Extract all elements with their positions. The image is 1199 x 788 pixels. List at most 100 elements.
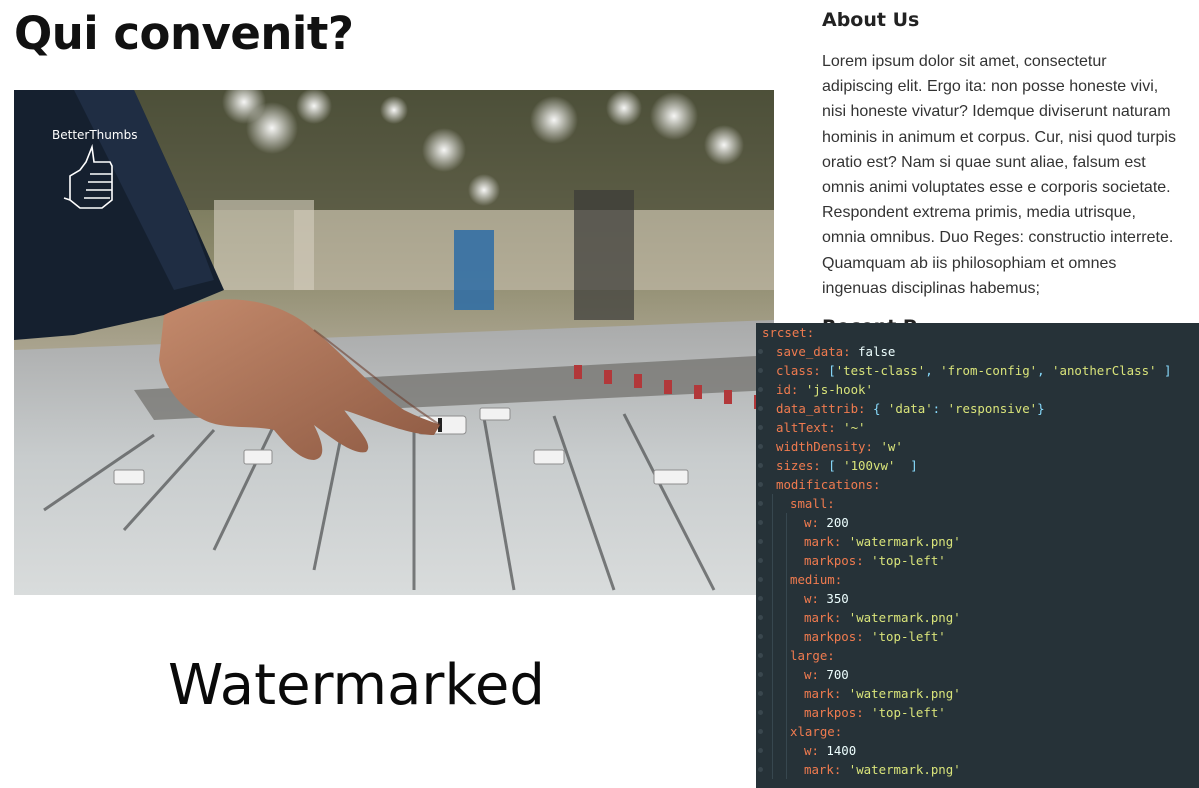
code-line: markpos: 'top-left' — [804, 627, 946, 646]
code-line: modifications: — [776, 475, 880, 494]
code-token: medium: — [790, 572, 843, 587]
code-line: save_data: false — [776, 342, 895, 361]
code-token: 'responsive' — [947, 401, 1038, 416]
watermark-label: BetterThumbs — [52, 128, 137, 142]
code-token: w: — [804, 591, 827, 606]
code-token: save_data: — [776, 344, 859, 359]
code-token: '100vw' — [843, 458, 896, 473]
fold-marker — [758, 691, 763, 696]
code-token: altText: — [776, 420, 844, 435]
code-token: id: — [776, 382, 806, 397]
code-line: class: ['test-class', 'from-config', 'an… — [776, 361, 1171, 380]
code-line: medium: — [790, 570, 842, 589]
fold-marker — [758, 596, 763, 601]
fold-marker — [758, 539, 763, 544]
code-token: mark: — [804, 534, 849, 549]
fold-marker — [758, 767, 763, 772]
fold-marker — [758, 406, 763, 411]
code-token: [ — [828, 363, 836, 378]
fold-marker — [758, 634, 763, 639]
code-token: '~' — [843, 420, 866, 435]
code-token: mark: — [804, 762, 849, 777]
code-line: xlarge: — [790, 722, 842, 741]
code-token: 700 — [826, 667, 849, 682]
code-line: w: 700 — [804, 665, 849, 684]
code-token: 'watermark.png' — [848, 534, 961, 549]
code-line: data_attrib: { 'data': 'responsive'} — [776, 399, 1045, 418]
code-line: mark: 'watermark.png' — [804, 684, 961, 703]
code-token: 'w' — [880, 439, 903, 454]
code-token: false — [858, 344, 896, 359]
about-title: About Us — [822, 9, 920, 31]
code-token: w: — [804, 743, 827, 758]
hero-image: BetterThumbs — [14, 90, 774, 595]
code-token: 200 — [826, 515, 849, 530]
code-token: 'watermark.png' — [848, 762, 961, 777]
code-line: markpos: 'top-left' — [804, 551, 946, 570]
code-token: w: — [804, 667, 827, 682]
fold-marker — [758, 482, 763, 487]
code-token: small: — [790, 496, 835, 511]
fold-marker — [758, 615, 763, 620]
code-token: ] — [1156, 363, 1172, 378]
code-token: , — [1037, 363, 1053, 378]
code-token: 'from-config' — [940, 363, 1038, 378]
code-line: sizes: [ '100vw' ] — [776, 456, 918, 475]
code-line: mark: 'watermark.png' — [804, 608, 961, 627]
code-token: 350 — [826, 591, 849, 606]
code-token: large: — [790, 648, 835, 663]
code-token: srcset: — [762, 325, 815, 340]
code-line: mark: 'watermark.png' — [804, 760, 961, 779]
about-text: Lorem ipsum dolor sit amet, consectetur … — [822, 53, 1176, 297]
code-line: markpos: 'top-left' — [804, 703, 946, 722]
code-token: } — [1037, 401, 1045, 416]
fold-marker — [758, 748, 763, 753]
code-line: id: 'js-hook' — [776, 380, 873, 399]
code-token: { — [872, 401, 888, 416]
fold-marker — [758, 463, 763, 468]
indent-guide — [786, 513, 787, 779]
code-line: srcset: — [762, 323, 814, 342]
code-token: [ — [828, 458, 844, 473]
fold-marker — [758, 444, 763, 449]
code-token: class: — [776, 363, 829, 378]
code-token: 'top-left' — [871, 705, 946, 720]
code-token: markpos: — [804, 629, 872, 644]
code-line: large: — [790, 646, 835, 665]
code-token: 'test-class' — [835, 363, 926, 378]
fold-marker — [758, 672, 763, 677]
code-token: mark: — [804, 686, 849, 701]
code-token: 'watermark.png' — [848, 686, 961, 701]
code-token: mark: — [804, 610, 849, 625]
fold-marker — [758, 710, 763, 715]
page-title: Qui convenit? — [14, 7, 354, 60]
fold-marker — [758, 501, 763, 506]
fold-marker — [758, 520, 763, 525]
caption: Watermarked — [168, 653, 545, 718]
mixing-console-photo: BetterThumbs — [14, 90, 774, 595]
code-token: ] — [895, 458, 918, 473]
code-line: small: — [790, 494, 835, 513]
code-token: : — [932, 401, 948, 416]
page: Qui convenit? BetterThumbs Watermarked A… — [0, 0, 1199, 788]
code-line: altText: '~' — [776, 418, 866, 437]
indent-guide — [772, 494, 773, 779]
code-line: mark: 'watermark.png' — [804, 532, 961, 551]
code-token: markpos: — [804, 705, 872, 720]
fold-marker — [758, 387, 763, 392]
code-token: xlarge: — [790, 724, 843, 739]
fold-marker — [758, 577, 763, 582]
code-line: widthDensity: 'w' — [776, 437, 903, 456]
code-token: widthDensity: — [776, 439, 881, 454]
fold-marker — [758, 368, 763, 373]
code-line: w: 200 — [804, 513, 849, 532]
code-token: 1400 — [826, 743, 857, 758]
code-editor[interactable]: srcset: save_data: false class: ['test-cla… — [756, 323, 1199, 788]
fold-marker — [758, 558, 763, 563]
code-line: w: 350 — [804, 589, 849, 608]
code-token: 'top-left' — [871, 629, 946, 644]
code-token: 'watermark.png' — [848, 610, 961, 625]
code-token: 'js-hook' — [805, 382, 873, 397]
code-token: , — [925, 363, 941, 378]
code-token: sizes: — [776, 458, 829, 473]
